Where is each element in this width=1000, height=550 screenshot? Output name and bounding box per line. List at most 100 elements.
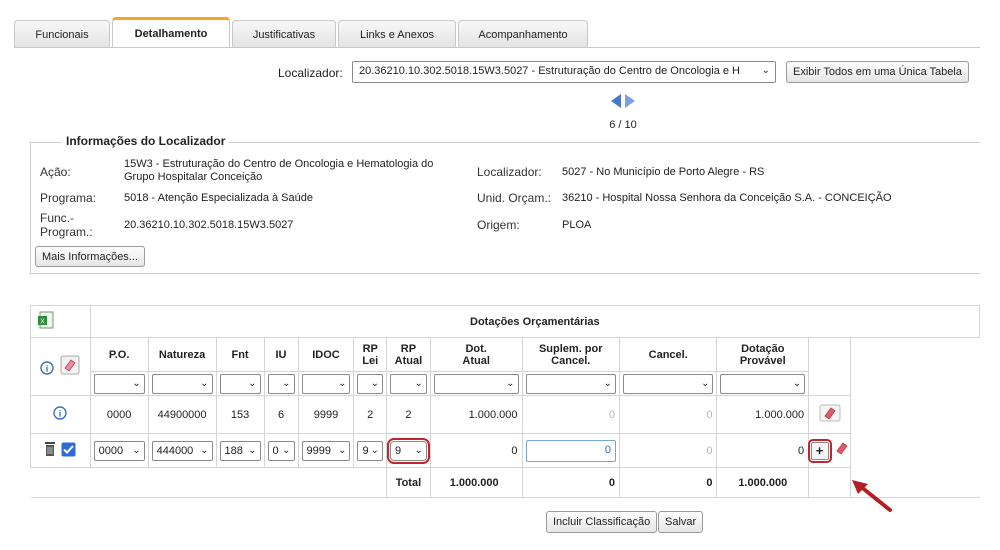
header-rp-atual: RP Atual [385, 337, 431, 372]
unid-orcam-label: Unid. Orçam.: [477, 191, 552, 205]
acao-value: 15W3 - Estruturação do Centro de Oncolog… [124, 158, 434, 183]
info-icon[interactable]: i [40, 361, 54, 375]
cell-cancel: 0 [618, 395, 718, 434]
cell-rp-lei: 2 [353, 395, 387, 434]
filter-cancel[interactable]: ⌄ [618, 371, 718, 396]
filter-suplem[interactable]: ⌄ [521, 371, 620, 396]
trash-icon[interactable] [44, 441, 56, 457]
filter-po[interactable]: ⌄ [89, 371, 149, 396]
header-suplem-line1: Suplem. por [538, 342, 603, 355]
chevron-down-icon: ⌄ [761, 65, 770, 76]
total-empty [808, 467, 852, 498]
header-dot-atual-line2: Atual [462, 354, 490, 367]
select-po[interactable]: 0000 ⌄ [89, 433, 149, 468]
unid-orcam-value: 36210 - Hospital Nossa Senhora da Concei… [562, 192, 892, 204]
more-info-button[interactable]: Mais Informações... [35, 246, 145, 267]
header-rp-lei-line1: RP [362, 342, 378, 355]
excel-export-icon[interactable]: X [37, 311, 55, 329]
filter-rp-lei[interactable]: ⌄ [353, 371, 387, 396]
chevron-down-icon: ⌄ [338, 378, 347, 389]
suplem-input[interactable]: 0 [525, 439, 616, 462]
tab-label: Links e Anexos [360, 28, 434, 41]
cell-po: 0000 [89, 395, 149, 434]
cell-iu: 6 [263, 395, 299, 434]
eraser-icon[interactable] [819, 403, 841, 423]
header-suplem: Suplem. por Cancel. [521, 337, 620, 372]
select-natureza[interactable]: 444000 ⌄ [147, 433, 217, 468]
localizador-info-value: 5027 - No Município de Porto Alegre - RS [562, 166, 765, 178]
header-suplem-line2: Cancel. [551, 354, 591, 367]
header-rp-atual-line2: Atual [394, 354, 423, 367]
excel-cell: X [30, 305, 91, 338]
filter-fnt[interactable]: ⌄ [215, 371, 265, 396]
cell-natureza: 44900000 [147, 395, 217, 434]
info-legend: Informações do Localizador [62, 134, 230, 148]
chevron-down-icon: ⌄ [338, 445, 347, 456]
select-value: 0000 [98, 444, 124, 457]
prev-arrow-icon[interactable] [611, 94, 621, 108]
filter-iu[interactable]: ⌄ [263, 371, 299, 396]
add-row-button[interactable]: + [807, 439, 832, 463]
select-idoc[interactable]: 9999 ⌄ [297, 433, 355, 468]
header-natureza: Natureza [147, 337, 217, 372]
table-title: Dotações Orçamentárias [89, 305, 981, 338]
tab-acompanhamento[interactable]: Acompanhamento [458, 20, 588, 48]
filter-natureza[interactable]: ⌄ [147, 371, 217, 396]
row-edit-cell [808, 395, 852, 434]
tab-bar: Funcionais Detalhamento Justificativas L… [14, 17, 590, 48]
cell-rp-atual: 2 [385, 395, 431, 434]
total-suplem: 0 [521, 467, 620, 498]
dotacoes-table-wrap: X Dotações Orçamentárias i P.O. Natureza… [30, 305, 981, 505]
select-rp-atual[interactable]: 9 ⌄ [385, 433, 431, 468]
page-indicator: 6 / 10 [609, 119, 637, 131]
tab-justificativas[interactable]: Justificativas [232, 20, 336, 48]
cell-fnt: 153 [215, 395, 265, 434]
tab-detalhamento[interactable]: Detalhamento [112, 17, 230, 48]
salvar-button[interactable]: Salvar [658, 511, 704, 533]
header-iu: IU [263, 337, 299, 372]
total-cancel: 0 [618, 467, 718, 498]
header-dotacao-line2: Provável [739, 354, 786, 367]
header-rp-atual-line1: RP [400, 342, 417, 355]
header-idoc: IDOC [297, 337, 355, 372]
show-all-button[interactable]: Exibir Todos em uma Única Tabela [786, 61, 969, 83]
localizador-info-label: Localizador: [477, 165, 542, 179]
tab-label: Justificativas [252, 28, 316, 41]
acao-label: Ação: [40, 165, 71, 179]
select-rp-lei[interactable]: 9 ⌄ [353, 433, 387, 468]
chevron-down-icon: ⌄ [370, 378, 379, 389]
header-cancel: Cancel. [618, 337, 718, 372]
tab-funcionais[interactable]: Funcionais [14, 20, 110, 48]
header-empty [808, 337, 852, 396]
row-checkbox[interactable] [61, 442, 76, 457]
eraser-icon[interactable] [835, 441, 849, 455]
chevron-down-icon: ⌄ [701, 378, 710, 389]
info-icon[interactable]: i [53, 406, 68, 420]
filter-rp-atual[interactable]: ⌄ [385, 371, 431, 396]
tab-label: Funcionais [35, 28, 89, 41]
select-iu[interactable]: 0 ⌄ [263, 433, 299, 468]
suplem-input-cell[interactable]: 0 [521, 433, 620, 468]
empty-total-cells [30, 467, 387, 498]
header-dot-atual: Dot. Atual [429, 337, 523, 372]
pager-arrows [608, 92, 638, 110]
cell-dot-atual: 1.000.000 [429, 395, 523, 434]
filter-dotacao[interactable]: ⌄ [716, 371, 810, 396]
total-dot-atual: 1.000.000 [429, 467, 523, 498]
incluir-classificacao-button[interactable]: Incluir Classificação [546, 511, 658, 533]
filter-idoc[interactable]: ⌄ [297, 371, 355, 396]
next-arrow-icon[interactable] [625, 94, 635, 108]
header-rp-lei-line2: Lei [362, 354, 379, 367]
localizador-select[interactable]: 20.36210.10.302.5018.15W3.5027 - Estrutu… [352, 61, 776, 83]
cell-idoc: 9999 [297, 395, 355, 434]
chevron-down-icon: ⌄ [282, 378, 291, 389]
header-dotacao: Dotação Provável [716, 337, 810, 372]
select-fnt[interactable]: 188 ⌄ [215, 433, 265, 468]
chevron-down-icon: ⌄ [200, 445, 209, 456]
select-value: 9999 [306, 444, 331, 457]
localizador-selected-value: 20.36210.10.302.5018.15W3.5027 - Estrutu… [359, 65, 740, 77]
tab-links-anexos[interactable]: Links e Anexos [338, 20, 456, 48]
eraser-icon[interactable] [60, 355, 80, 375]
cell-cancel: 0 [618, 433, 718, 468]
filter-dot-atual[interactable]: ⌄ [429, 371, 523, 396]
